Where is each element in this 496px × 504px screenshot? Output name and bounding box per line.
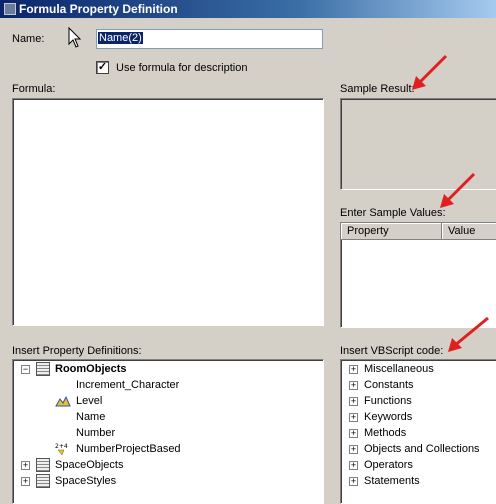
blank-icon	[55, 426, 71, 440]
tree-item-name[interactable]: Name	[55, 409, 105, 425]
expand-icon[interactable]: +	[349, 364, 358, 374]
vbscript-item-methods[interactable]: + Methods	[349, 425, 406, 441]
tree-item-spaceobjects[interactable]: + SpaceObjects	[21, 457, 123, 473]
name-input-value: Name(2)	[98, 32, 143, 44]
annotation-arrow-icon	[440, 172, 476, 208]
tree-item-numberprojectbased[interactable]: 2+4 NumberProjectBased	[55, 441, 181, 457]
vbscript-item-keywords[interactable]: + Keywords	[349, 409, 412, 425]
name-input[interactable]: Name(2)	[96, 29, 323, 49]
column-header-value[interactable]: Value	[442, 223, 496, 240]
tree-item-label: Level	[76, 395, 103, 407]
tree-item-number[interactable]: Number	[55, 425, 115, 441]
tree-item-label: Constants	[364, 379, 414, 391]
expand-icon[interactable]: +	[349, 412, 358, 422]
tree-item-label: SpaceObjects	[55, 459, 124, 471]
vbscript-label: Insert VBScript code:	[340, 345, 444, 357]
tree-item-label: Name	[76, 411, 106, 423]
tree-item-roomobjects[interactable]: − RoomObjects	[21, 361, 127, 377]
svg-text:2+4: 2+4	[55, 443, 68, 450]
expand-icon[interactable]: +	[349, 428, 358, 438]
tree-item-label: Objects and Collections	[364, 443, 480, 455]
tree-item-label: Statements	[364, 475, 420, 487]
tree-item-label: Operators	[364, 459, 413, 471]
tree-item-label: NumberProjectBased	[76, 443, 181, 455]
expand-icon[interactable]: +	[21, 476, 30, 486]
use-formula-description-checkbox[interactable]: ✓	[96, 61, 109, 74]
sample-result-label: Sample Result:	[340, 83, 415, 95]
tree-item-label: Number	[76, 427, 116, 439]
vbscript-item-operators[interactable]: + Operators	[349, 457, 413, 473]
expand-icon[interactable]: +	[349, 444, 358, 454]
annotation-arrow-icon	[448, 316, 489, 352]
object-set-icon	[36, 362, 50, 376]
name-label: Name:	[12, 33, 45, 45]
tree-item-level[interactable]: Level	[55, 393, 102, 409]
vbscript-item-objects-and-collections[interactable]: + Objects and Collections	[349, 441, 480, 457]
tree-item-increment-character[interactable]: Increment_Character	[55, 377, 179, 393]
object-set-icon	[36, 474, 50, 488]
tree-item-spacestyles[interactable]: + SpaceStyles	[21, 473, 116, 489]
expand-icon[interactable]: +	[21, 460, 30, 470]
vbscript-item-miscellaneous[interactable]: + Miscellaneous	[349, 361, 434, 377]
tree-item-label: SpaceStyles	[55, 475, 117, 487]
blank-icon	[55, 410, 71, 424]
level-icon	[55, 395, 71, 407]
object-set-icon	[36, 458, 50, 472]
collapse-icon[interactable]: −	[21, 364, 30, 374]
vbscript-tree[interactable]: + Miscellaneous + Constants + Functions …	[340, 359, 496, 504]
property-definitions-tree[interactable]: − RoomObjects Increment_Character Level …	[12, 359, 324, 504]
sample-values-list[interactable]: Property Value	[340, 222, 496, 328]
tree-item-label: Functions	[364, 395, 412, 407]
checkmark-icon: ✓	[97, 61, 108, 73]
vbscript-item-statements[interactable]: + Statements	[349, 473, 420, 489]
sample-values-label: Enter Sample Values:	[340, 207, 446, 219]
expand-icon[interactable]: +	[349, 460, 358, 470]
expand-icon[interactable]: +	[349, 476, 358, 486]
tree-item-label: Miscellaneous	[364, 363, 434, 375]
vbscript-item-constants[interactable]: + Constants	[349, 377, 414, 393]
property-definitions-label: Insert Property Definitions:	[12, 345, 142, 357]
expand-icon[interactable]: +	[349, 380, 358, 390]
title-bar[interactable]: Formula Property Definition	[0, 0, 496, 18]
tree-item-label: Methods	[364, 427, 407, 439]
mouse-pointer-icon	[68, 27, 82, 48]
tree-item-label: Increment_Character	[76, 379, 180, 391]
vbscript-item-functions[interactable]: + Functions	[349, 393, 412, 409]
tree-item-label: Keywords	[364, 411, 413, 423]
formula-label: Formula:	[12, 83, 56, 95]
expand-icon[interactable]: +	[349, 396, 358, 406]
column-header-property[interactable]: Property	[341, 223, 442, 240]
annotation-arrow-icon	[412, 54, 448, 90]
numbering-icon: 2+4	[55, 443, 68, 456]
tree-item-label: RoomObjects	[55, 363, 127, 375]
formula-editor[interactable]	[12, 98, 324, 326]
window-title: Formula Property Definition	[19, 2, 178, 16]
blank-icon	[55, 378, 71, 392]
use-formula-description-label[interactable]: Use formula for description	[116, 62, 247, 74]
app-icon	[4, 3, 16, 15]
